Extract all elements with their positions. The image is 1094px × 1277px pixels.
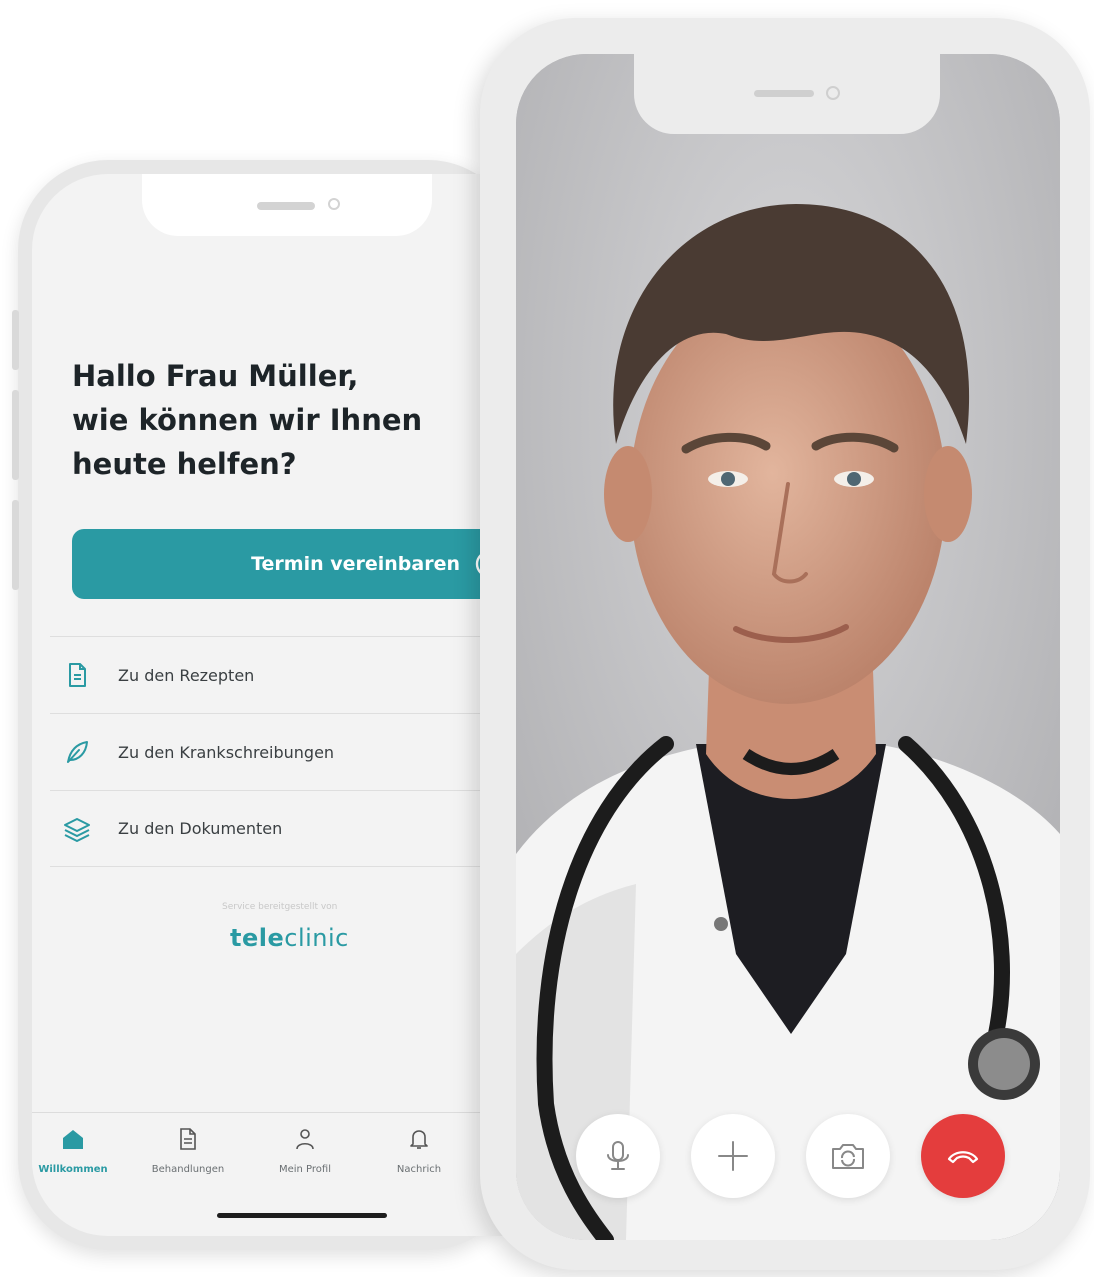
tab-label: Behandlungen xyxy=(151,1164,225,1175)
front-camera xyxy=(826,86,840,100)
home-icon xyxy=(63,1130,83,1149)
greeting-line: wie können wir Ihnen xyxy=(72,403,423,437)
greeting-line: Hallo Frau Müller, xyxy=(72,359,359,393)
switch-camera-button[interactable] xyxy=(806,1114,890,1198)
logo-text-bold: tele xyxy=(230,924,285,952)
tab-label: Nachrich xyxy=(396,1164,442,1175)
person-icon xyxy=(296,1129,314,1150)
phone-notch xyxy=(142,174,432,236)
front-camera xyxy=(328,198,340,210)
phone-notch xyxy=(634,54,940,134)
menu-item-label: Zu den Dokumenten xyxy=(118,819,283,838)
menu-item-sick-notes[interactable]: Zu den Krankschreibungen xyxy=(50,713,500,790)
document-icon xyxy=(62,660,92,690)
add-participant-button[interactable] xyxy=(691,1114,775,1198)
phone-hangup-icon xyxy=(947,1151,979,1164)
microphone-icon xyxy=(607,1141,629,1170)
microphone-button[interactable] xyxy=(576,1114,660,1198)
book-appointment-label: Termin vereinbaren xyxy=(251,553,460,575)
tab-messages[interactable]: Nachrich xyxy=(364,1127,474,1176)
menu-item-prescriptions[interactable]: Zu den Rezepten xyxy=(50,636,500,713)
phone-video-call-frame xyxy=(480,18,1090,1270)
tab-label: Willkommen xyxy=(38,1164,108,1175)
phone-side-button xyxy=(12,390,19,480)
tab-label: Mein Profil xyxy=(278,1164,332,1175)
phone-side-button xyxy=(12,500,19,590)
layers-icon xyxy=(62,814,92,844)
doctor-video-feed xyxy=(516,54,1060,1240)
tab-welcome[interactable]: Willkommen xyxy=(32,1127,128,1176)
plus-icon xyxy=(718,1141,748,1171)
end-call-button[interactable] xyxy=(921,1114,1005,1198)
leaf-icon xyxy=(62,737,92,767)
teleclinic-logo: teleclinic xyxy=(230,924,349,952)
menu-item-label: Zu den Krankschreibungen xyxy=(118,742,335,762)
book-appointment-button[interactable]: Termin vereinbaren xyxy=(72,529,512,599)
speaker-grille xyxy=(754,90,814,97)
camera-rotate-icon xyxy=(832,1144,864,1169)
bottom-tab-bar: Willkommen Behandlungen Mein Profil Nach… xyxy=(32,1112,518,1193)
service-provider-note: Service bereitgestellt von xyxy=(222,902,338,912)
tab-treatments[interactable]: Behandlungen xyxy=(133,1127,243,1176)
app-screen: Hallo Frau Müller, wie können wir Ihnen … xyxy=(32,174,518,1236)
menu-item-documents[interactable]: Zu den Dokumenten xyxy=(50,790,500,867)
video-call-screen xyxy=(516,54,1060,1240)
home-indicator[interactable] xyxy=(217,1213,387,1218)
phone-side-button xyxy=(12,310,19,370)
menu-item-label: Zu den Rezepten xyxy=(118,665,255,685)
phone-app-frame: Hallo Frau Müller, wie können wir Ihnen … xyxy=(12,160,518,1250)
document-icon xyxy=(180,1128,196,1150)
logo-text-regular: clinic xyxy=(284,924,349,952)
bell-icon xyxy=(410,1130,428,1149)
tab-my-profile[interactable]: Mein Profil xyxy=(250,1127,360,1176)
greeting-heading: Hallo Frau Müller, wie können wir Ihnen … xyxy=(72,354,492,486)
greeting-line: heute helfen? xyxy=(72,447,297,481)
speaker-grille xyxy=(257,202,315,210)
quick-links-list: Zu den Rezepten Zu den Krankschreibungen… xyxy=(50,636,500,867)
